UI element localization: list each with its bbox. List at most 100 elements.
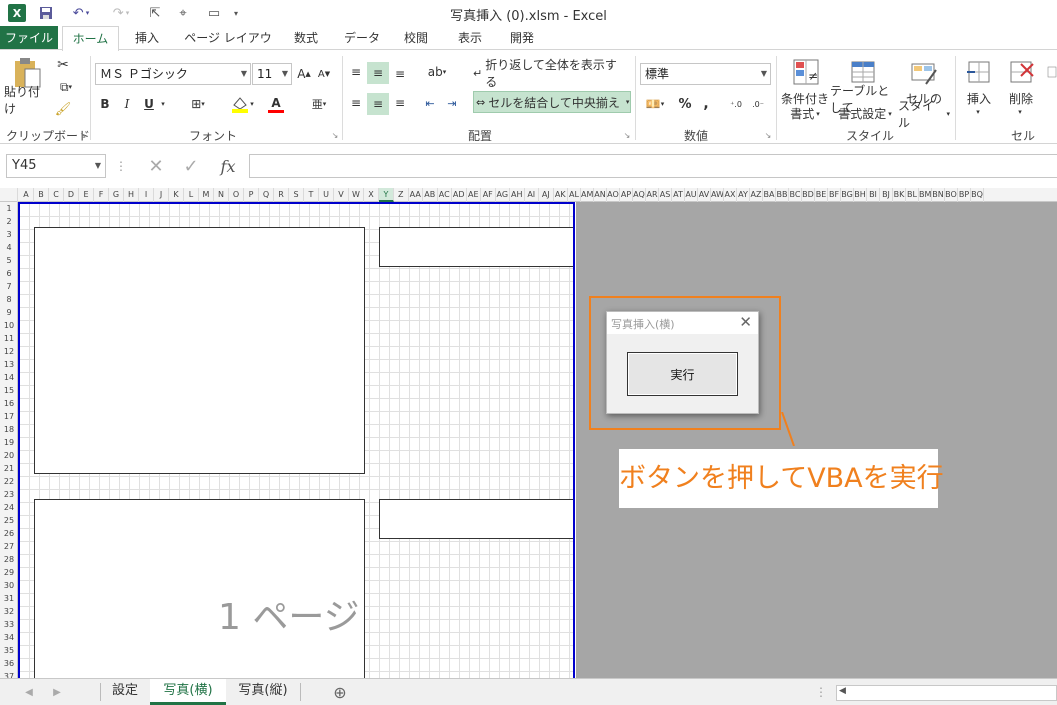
tab-home[interactable]: ホーム xyxy=(62,26,119,51)
dialog-launcher-icon[interactable]: ↘ xyxy=(330,130,340,140)
row-header[interactable]: 37 xyxy=(0,670,18,678)
conditional-format-label-2[interactable]: 書式 ▾ xyxy=(779,106,831,121)
row-header[interactable]: 20 xyxy=(0,449,18,462)
insert-cells-button[interactable]: 挿入 xyxy=(960,91,998,106)
conditional-format-label-1[interactable]: 条件付き xyxy=(779,91,831,106)
align-left-icon[interactable]: ≡ xyxy=(346,93,366,113)
column-header[interactable]: O xyxy=(229,188,244,202)
splitter-icon[interactable]: ⋮ xyxy=(815,683,827,701)
dialog-launcher-icon[interactable]: ↘ xyxy=(763,130,773,140)
font-name-select[interactable]: ＭＳ Ｐゴシック ▼ xyxy=(95,63,251,85)
row-header[interactable]: 1 xyxy=(0,202,18,215)
column-header[interactable]: A xyxy=(19,188,34,202)
column-header[interactable]: S xyxy=(289,188,304,202)
merge-dropdown-icon[interactable]: ▾ xyxy=(626,98,630,106)
underline-dropdown-icon[interactable]: ▾ xyxy=(158,94,168,114)
column-header[interactable]: BM xyxy=(919,188,932,202)
row-header[interactable]: 6 xyxy=(0,267,18,280)
format-as-table-label-2[interactable]: 書式設定 ▾ xyxy=(830,106,900,121)
row-header[interactable]: 13 xyxy=(0,358,18,371)
column-header[interactable]: J xyxy=(154,188,169,202)
column-header[interactable]: BC xyxy=(789,188,802,202)
align-center-icon[interactable]: ≡ xyxy=(367,93,389,115)
merge-center-button[interactable]: ⇔ セルを結合して中央揃え ▾ xyxy=(473,91,631,113)
comma-button[interactable]: , xyxy=(698,94,714,114)
column-header[interactable]: AH xyxy=(510,188,525,202)
tab-insert[interactable]: 挿入 xyxy=(124,26,170,50)
column-header[interactable]: AC xyxy=(438,188,452,202)
align-top-icon[interactable]: ≡ xyxy=(346,62,366,82)
increase-indent-icon[interactable]: ⇥ xyxy=(442,93,462,113)
row-header[interactable]: 7 xyxy=(0,280,18,293)
column-header[interactable]: BD xyxy=(802,188,815,202)
row-header[interactable]: 24 xyxy=(0,501,18,514)
sheet-tab-photo-landscape[interactable]: 写真(横) xyxy=(150,679,226,705)
align-right-icon[interactable]: ≡ xyxy=(390,93,410,113)
column-header[interactable]: BJ xyxy=(880,188,893,202)
scroll-left-icon[interactable]: ◀ xyxy=(22,683,36,701)
column-header[interactable]: AD xyxy=(452,188,467,202)
row-header[interactable]: 29 xyxy=(0,566,18,579)
column-header[interactable]: BE xyxy=(815,188,828,202)
number-format-select[interactable]: 標準 ▼ xyxy=(640,63,771,85)
column-header[interactable]: M xyxy=(199,188,214,202)
cell-styles-icon[interactable] xyxy=(908,56,940,88)
column-header[interactable]: U xyxy=(319,188,334,202)
row-header[interactable]: 14 xyxy=(0,371,18,384)
column-header[interactable]: BQ xyxy=(971,188,984,202)
column-header[interactable]: AQ xyxy=(633,188,646,202)
column-header[interactable]: T xyxy=(304,188,319,202)
percent-button[interactable]: % xyxy=(676,94,694,114)
column-header[interactable]: AR xyxy=(646,188,659,202)
align-bottom-icon[interactable]: ≡ xyxy=(390,64,410,84)
row-header[interactable]: 25 xyxy=(0,514,18,527)
tab-view[interactable]: 表示 xyxy=(450,26,490,50)
run-button[interactable]: 実行 xyxy=(627,352,738,396)
column-header[interactable]: H xyxy=(124,188,139,202)
font-color-button[interactable]: A xyxy=(260,94,292,114)
insert-dropdown-icon[interactable]: ▾ xyxy=(968,106,988,118)
row-header[interactable]: 31 xyxy=(0,592,18,605)
row-header[interactable]: 8 xyxy=(0,293,18,306)
copy-icon[interactable]: ⧉ ▾ xyxy=(52,78,80,96)
enter-icon[interactable]: ✓ xyxy=(180,155,202,177)
add-sheet-icon[interactable]: ⊕ xyxy=(330,682,350,702)
orientation-icon[interactable]: ab ▾ xyxy=(422,62,452,82)
row-header[interactable]: 35 xyxy=(0,644,18,657)
insert-function-button[interactable]: fx xyxy=(216,155,240,177)
column-header[interactable]: N xyxy=(214,188,229,202)
format-painter-icon[interactable]: 🖌 xyxy=(52,100,74,118)
column-header[interactable]: W xyxy=(349,188,364,202)
column-header[interactable]: L xyxy=(184,188,199,202)
dialog-titlebar[interactable]: 写真挿入(横) ✕ xyxy=(607,312,758,334)
align-middle-icon[interactable]: ≡ xyxy=(367,62,389,84)
decrease-decimal-icon[interactable]: .0⁻ xyxy=(748,94,768,114)
column-header[interactable]: AL xyxy=(568,188,581,202)
cancel-icon[interactable]: ✕ xyxy=(145,155,167,177)
font-size-select[interactable]: 11 ▼ xyxy=(252,63,292,85)
column-header[interactable]: AJ xyxy=(539,188,554,202)
tab-page-layout[interactable]: ページ レイアウト xyxy=(180,26,276,69)
cell-styles-label-2[interactable]: スタイル ▾ xyxy=(898,99,950,130)
column-header[interactable]: AB xyxy=(423,188,438,202)
dialog-launcher-icon[interactable]: ↘ xyxy=(622,130,632,140)
underline-button[interactable]: U xyxy=(141,94,157,114)
column-header[interactable]: AU xyxy=(685,188,698,202)
phonetic-icon[interactable]: 亜 ▾ xyxy=(306,94,332,114)
row-header[interactable]: 17 xyxy=(0,410,18,423)
tab-data[interactable]: データ xyxy=(338,26,386,50)
row-header[interactable]: 27 xyxy=(0,540,18,553)
column-header[interactable]: AM xyxy=(581,188,594,202)
column-header[interactable]: AT xyxy=(672,188,685,202)
column-header[interactable]: BK xyxy=(893,188,906,202)
row-header[interactable]: 4 xyxy=(0,241,18,254)
row-header[interactable]: 30 xyxy=(0,579,18,592)
column-header[interactable]: BH xyxy=(854,188,867,202)
conditional-format-icon[interactable]: ≠ xyxy=(790,56,822,88)
scroll-right-icon[interactable]: ▶ xyxy=(50,683,64,701)
column-header[interactable]: AN xyxy=(594,188,607,202)
delete-cells-icon[interactable] xyxy=(1005,56,1037,88)
column-header[interactable]: V xyxy=(334,188,349,202)
column-header[interactable]: AV xyxy=(698,188,711,202)
dialog-launcher-icon[interactable]: ↘ xyxy=(78,130,88,140)
